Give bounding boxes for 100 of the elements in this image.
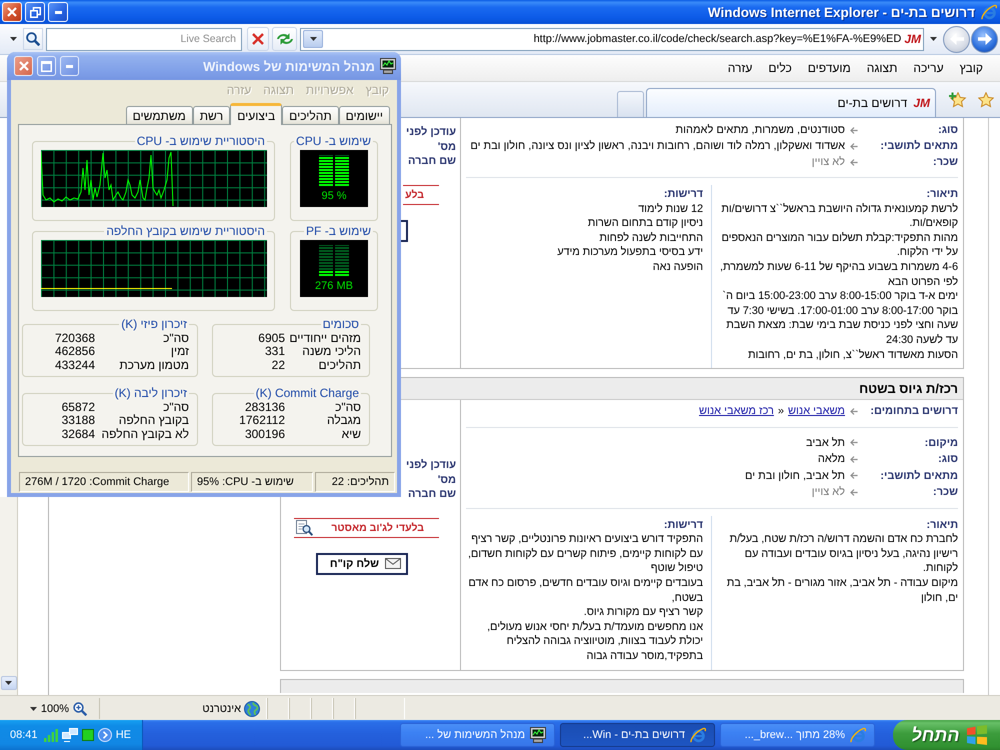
arrow-left-icon (850, 142, 858, 150)
maximize-button[interactable] (37, 56, 56, 76)
back-button[interactable] (971, 26, 998, 52)
field-label: דרושים בתחומים: (869, 405, 958, 418)
requirement-text: 12 שנות לימוד (637, 202, 703, 216)
chevron-icon[interactable] (98, 728, 112, 742)
field-label: שכר: (932, 156, 958, 168)
minimize-icon (66, 64, 73, 68)
search-button[interactable] (23, 28, 43, 50)
group-title: היסטוריית שימוש בקובץ החלפה (105, 224, 266, 238)
taskbar-button[interactable]: מנהל המשימות של ... (400, 723, 555, 747)
requirement-text: ידע בסיסי בתפעול מערכות מידע (556, 245, 703, 260)
close-button[interactable] (14, 56, 33, 76)
side-label: עודכן לפני (406, 458, 456, 473)
language-indicator[interactable]: HE (116, 729, 131, 741)
group-title: זיכרון ליבה (K) (114, 386, 188, 400)
address-dropdown-button[interactable] (303, 30, 323, 48)
arrow-right-icon (978, 33, 992, 45)
address-field[interactable]: http://www.jobmaster.co.il/code/check/search.asp?key=%E1%FA-%E9%ED JM (300, 28, 924, 50)
add-favorites-button[interactable] (948, 90, 968, 110)
meter-reading: 276 MB (315, 280, 353, 292)
scroll-down-button[interactable] (0, 676, 16, 690)
arrow-left-icon (850, 439, 858, 446)
stat-label: לא בקובץ החלפה (102, 428, 189, 441)
arrow-left-icon (950, 33, 964, 45)
caret-icon (930, 37, 937, 41)
menu-item[interactable]: תצוגה (858, 59, 906, 77)
menu-item[interactable]: מועדפים (800, 59, 859, 77)
restore-icon (30, 6, 40, 18)
menu-item[interactable]: קובץ (952, 59, 991, 77)
stat-value: 6905 (257, 332, 285, 346)
field-label: מיקום: (924, 436, 958, 449)
stat-value: 33188 (60, 414, 95, 428)
menu-item[interactable]: עזרה (720, 59, 760, 77)
stat-value: 433244 (54, 358, 95, 372)
field-label: מתאים לתושבי: (879, 140, 958, 152)
side-label: מס' (438, 140, 456, 154)
meter-reading: 95 % (321, 190, 347, 202)
exclusive-label: בלע (405, 188, 424, 201)
stat-value: 283136 (244, 401, 285, 414)
taskbar-button[interactable]: 28% מתוך ...brew_... (720, 723, 875, 747)
arrow-left-icon (850, 408, 858, 415)
exclusive-label: בלעדי לג'וב מאסטר (331, 522, 424, 534)
zone-label: אינטרנט (202, 702, 241, 714)
close-icon (7, 7, 17, 17)
site-logo: JM (913, 96, 930, 110)
requirement-text: התפקיד דורש ביצועים ראיונות פרונטליים, קשר רציף עם לקוחות קיימים, פיתוח קשרים עם לקוחות חשדום, טיפול שוטף (466, 532, 703, 576)
stat-label: מגבלה (327, 414, 361, 428)
monitor-icon (530, 727, 546, 743)
refresh-button[interactable] (272, 27, 297, 51)
stop-button[interactable] (247, 27, 269, 51)
menu-item[interactable]: כלים (760, 59, 800, 77)
search-field[interactable]: Live Search (46, 28, 242, 50)
category-link[interactable]: רכז משאבי אנוש (699, 405, 774, 418)
group-title: שימוש ב- CPU (295, 134, 372, 148)
window-title: מנהל המשימות של Windows (203, 58, 375, 74)
envelope-icon (385, 558, 401, 570)
zoom-icon (73, 702, 87, 716)
category-link[interactable]: משאבי אנוש (788, 405, 845, 418)
status-text: 276M / 1720 :Commit Charge (19, 472, 189, 492)
tab[interactable]: משתמשים (126, 106, 193, 124)
stat-label: מזהים ייחודיים (289, 332, 361, 345)
stat-label: זמין (170, 345, 189, 359)
tab[interactable]: תהליכים (282, 106, 339, 124)
taskbar-button[interactable]: דרושים בת-ים - Win... (560, 723, 715, 747)
star-icon (978, 92, 994, 108)
window-title: דרושים בת-ים - Windows Internet Explorer (708, 4, 975, 20)
caret-icon (5, 681, 12, 685)
tab[interactable]: יישומים (338, 106, 390, 124)
stat-label: סה"כ (163, 401, 189, 414)
status-panel (289, 698, 311, 719)
stat-label: הליכי משנה (302, 345, 361, 359)
restore-button[interactable] (25, 2, 45, 22)
favorites-button[interactable] (976, 90, 996, 110)
tab[interactable]: רשת (192, 106, 230, 124)
site-logo: JM (904, 32, 921, 46)
start-button[interactable]: התחל (893, 720, 1000, 750)
caret-icon (310, 37, 316, 41)
e-logo-icon (850, 727, 866, 743)
group-title: סכומים (322, 317, 360, 331)
section-heading: תיאור: (926, 518, 958, 532)
zoom-button[interactable]: 100% (12, 698, 99, 719)
field-label: סוג: (937, 453, 958, 466)
description-text: ימים א-ד בוקר 8:00-15:00 ערב 15:00-23:00 ביום ה` בוקר 8:00-17:00 ערב 17:00-01:00. בשישי 7:30 עד שעה וחצי לפני כניסת שבת בימי שבת: מצאת השבת עד לשעה 24:30 (721, 289, 958, 348)
search-icon (26, 32, 40, 46)
description-text: מיקום עבודה - תל אביב, אזור מגורים - תל אביב, בת ים, חולון (726, 576, 958, 606)
field-value: לא צויין (812, 486, 845, 498)
caret-icon (10, 37, 17, 41)
tab[interactable]: ביצועים (230, 103, 282, 125)
requirement-text: התחייבות לשנה לפחות (598, 230, 703, 246)
stat-label: בקובץ החלפה (118, 414, 189, 428)
description-text: מהות התפקיד:קבלת תשלום עבור המוצרים הנאספים על ידי הלקוח. (720, 230, 958, 260)
stat-value: 300196 (244, 428, 285, 441)
stat-value: 720368 (54, 332, 95, 346)
menu-item[interactable]: עריכה (905, 59, 952, 77)
network-icon[interactable] (62, 728, 78, 742)
minimize-button[interactable] (60, 56, 79, 76)
section-heading: דרישות: (662, 518, 703, 532)
square-icon[interactable] (82, 729, 94, 741)
send-cv-button[interactable]: שלח קו"ח (316, 552, 408, 575)
